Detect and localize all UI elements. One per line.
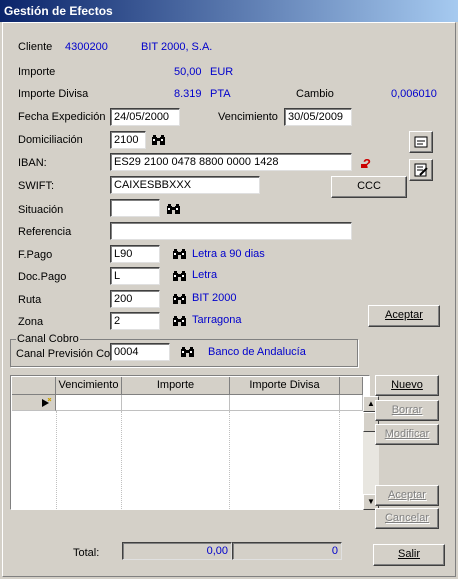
edit-form-icon (414, 163, 428, 177)
fpago-input[interactable]: L90 (110, 245, 160, 263)
efectos-grid[interactable]: Vencimiento Importe Importe Divisa ▲ ▼ (10, 375, 379, 510)
importe-divisa-value: 8.319 (174, 88, 202, 100)
importe-currency: EUR (210, 66, 234, 78)
swift-input[interactable]: CAIXESBBXXX (110, 176, 260, 194)
edit-domiciliacion-button[interactable] (409, 131, 433, 153)
docpago-input[interactable]: L (110, 267, 160, 285)
cliente-code: 4300200 (65, 41, 108, 53)
borrar-button[interactable]: Borrar (375, 400, 439, 421)
importe-divisa-label: Importe Divisa (18, 88, 89, 100)
importe-divisa-currency: PTA (210, 88, 231, 100)
cambio-label: Cambio (296, 88, 334, 100)
fecha-expedicion-label: Fecha Expedición (18, 111, 106, 123)
nuevo-label: Nuevo (391, 379, 423, 391)
referencia-label: Referencia (18, 226, 72, 238)
cliente-name: BIT 2000, S.A. (141, 41, 213, 53)
window-title: Gestión de Efectos (4, 4, 113, 18)
binoculars-icon[interactable] (180, 346, 196, 358)
iban-label: IBAN: (18, 157, 47, 169)
canal-cobro-title: Canal Cobro (16, 333, 80, 345)
grid-column-line (229, 411, 231, 509)
grid-header-vencimiento[interactable]: Vencimiento (56, 377, 122, 395)
total-label: Total: (73, 547, 100, 559)
grid-cell[interactable] (230, 395, 340, 411)
grid-column-line (121, 411, 123, 509)
aceptar-grid-label: Aceptar (388, 489, 426, 501)
binoculars-icon[interactable] (172, 248, 188, 260)
borrar-label: Borrar (391, 404, 423, 416)
canal-prevision-label: Canal Previsión Cob (16, 348, 117, 360)
title-bar: Gestión de Efectos (0, 0, 458, 22)
importe-value: 50,00 (174, 66, 202, 78)
total-importe: 0,00 (122, 542, 232, 560)
grid-header-extra (340, 377, 363, 395)
docpago-desc: Letra (192, 269, 218, 281)
zona-label: Zona (18, 316, 44, 328)
situacion-input[interactable] (110, 199, 160, 217)
grid-header-importe[interactable]: Importe (122, 377, 230, 395)
fpago-label: F.Pago (18, 249, 53, 261)
referencia-input[interactable] (110, 222, 352, 240)
importe-label: Importe (18, 66, 56, 78)
ruta-label: Ruta (18, 294, 42, 306)
iban-input[interactable]: ES29 2100 0478 8800 0000 1428 (110, 153, 352, 171)
domiciliacion-input[interactable]: 2100 (110, 131, 146, 149)
canal-prevision-input[interactable]: 0004 (110, 343, 170, 361)
cancelar-button[interactable]: Cancelar (375, 508, 439, 529)
form-icon (414, 136, 428, 148)
salir-button[interactable]: Salir (373, 544, 445, 566)
grid-cell[interactable] (56, 395, 122, 411)
canal-prevision-desc: Banco de Andalucía (208, 346, 306, 358)
zona-desc: Tarragona (192, 314, 242, 326)
situacion-label: Situación (18, 204, 64, 216)
cambio-value: 0,006010 (391, 88, 437, 100)
domiciliacion-label: Domiciliación (18, 134, 83, 146)
vencimiento-input[interactable]: 30/05/2009 (284, 108, 352, 126)
help-icon[interactable]: ? (360, 156, 374, 170)
aceptar-grid-button[interactable]: Aceptar (375, 485, 439, 506)
grid-header-importe-divisa[interactable]: Importe Divisa (230, 377, 340, 395)
binoculars-icon[interactable] (151, 134, 167, 146)
grid-corner-header (12, 377, 56, 395)
binoculars-icon[interactable] (172, 270, 188, 282)
zona-input[interactable]: 2 (110, 312, 160, 330)
binoculars-icon[interactable] (172, 293, 188, 305)
binoculars-icon[interactable] (166, 203, 182, 215)
nuevo-button[interactable]: Nuevo (375, 375, 439, 396)
ruta-input[interactable]: 200 (110, 290, 160, 308)
new-row-icon (42, 398, 52, 407)
swift-label: SWIFT: (18, 180, 55, 192)
edit-iban-button[interactable] (409, 159, 433, 181)
fecha-expedicion-input[interactable]: 24/05/2000 (110, 108, 180, 126)
cancelar-label: Cancelar (384, 512, 430, 524)
grid-cell[interactable] (122, 395, 230, 411)
grid-cell[interactable] (340, 395, 363, 411)
grid-column-line (339, 411, 341, 509)
vencimiento-label: Vencimiento (218, 111, 278, 123)
aceptar-top-label: Aceptar (385, 309, 423, 321)
cliente-label: Cliente (18, 41, 53, 53)
grid-row-indicator[interactable] (12, 395, 56, 411)
ruta-desc: BIT 2000 (192, 292, 237, 304)
modificar-label: Modificar (384, 428, 430, 440)
total-divisa: 0 (232, 542, 342, 560)
binoculars-icon[interactable] (172, 315, 188, 327)
modificar-button[interactable]: Modificar (375, 424, 439, 445)
salir-label: Salir (397, 548, 420, 560)
grid-column-line (56, 411, 58, 509)
fpago-desc: Letra a 90 dias (192, 248, 265, 260)
ccc-button[interactable]: CCC (331, 176, 407, 198)
docpago-label: Doc.Pago (18, 271, 67, 283)
aceptar-top-button[interactable]: Aceptar (368, 305, 440, 327)
